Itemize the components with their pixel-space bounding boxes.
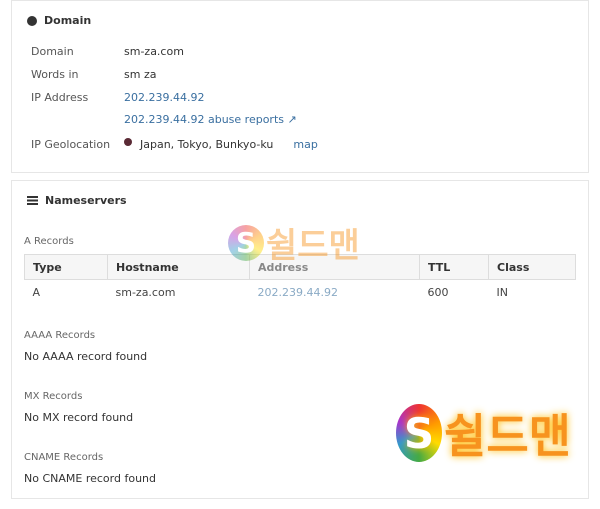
cname-records-title: CNAME Records — [24, 452, 104, 463]
domain-panel-title: Domain — [27, 14, 91, 27]
address-link[interactable]: 202.239.44.92 — [258, 286, 338, 299]
mx-empty: No MX record found — [24, 411, 134, 424]
server-icon — [27, 196, 38, 205]
nameservers-panel: Nameservers A Records Type Hostname Addres… — [11, 180, 589, 499]
nameservers-panel-title: Nameservers — [27, 194, 127, 207]
abuse-reports-link[interactable]: 202.239.44.92 abuse reports ↗ — [124, 113, 297, 126]
domain-row: Domain sm-za.com — [31, 45, 184, 58]
ip-row: IP Address 202.239.44.92 — [31, 91, 205, 104]
table-row: Asm-za.com 202.239.44.92 600 IN — [32, 286, 508, 299]
abuse-row: 202.239.44.92 abuse reports ↗ — [124, 113, 297, 126]
cname-empty: No CNAME record found — [24, 472, 156, 485]
ip-link[interactable]: 202.239.44.92 — [124, 91, 204, 104]
globe-icon — [27, 15, 37, 26]
aaaa-empty: No AAAA record found — [24, 350, 148, 363]
domain-panel: Domain Domain sm-za.com Words in sm za IP … — [11, 0, 589, 173]
a-records-title: A Records — [24, 236, 74, 247]
a-records-table: Type Hostname Address TTL Class Asm-za.com 20… — [24, 254, 576, 305]
aaaa-records-title: AAAA Records — [24, 330, 96, 341]
location-dot-icon — [124, 138, 132, 146]
mx-records-title: MX Records — [24, 391, 83, 402]
map-link[interactable]: map — [293, 138, 317, 151]
words-row: Words in sm za — [31, 68, 157, 81]
geo-row: IP Geolocation Japan, Tokyo, Bunkyo-ku map — [31, 138, 318, 151]
external-link-icon: ↗ — [287, 113, 297, 126]
